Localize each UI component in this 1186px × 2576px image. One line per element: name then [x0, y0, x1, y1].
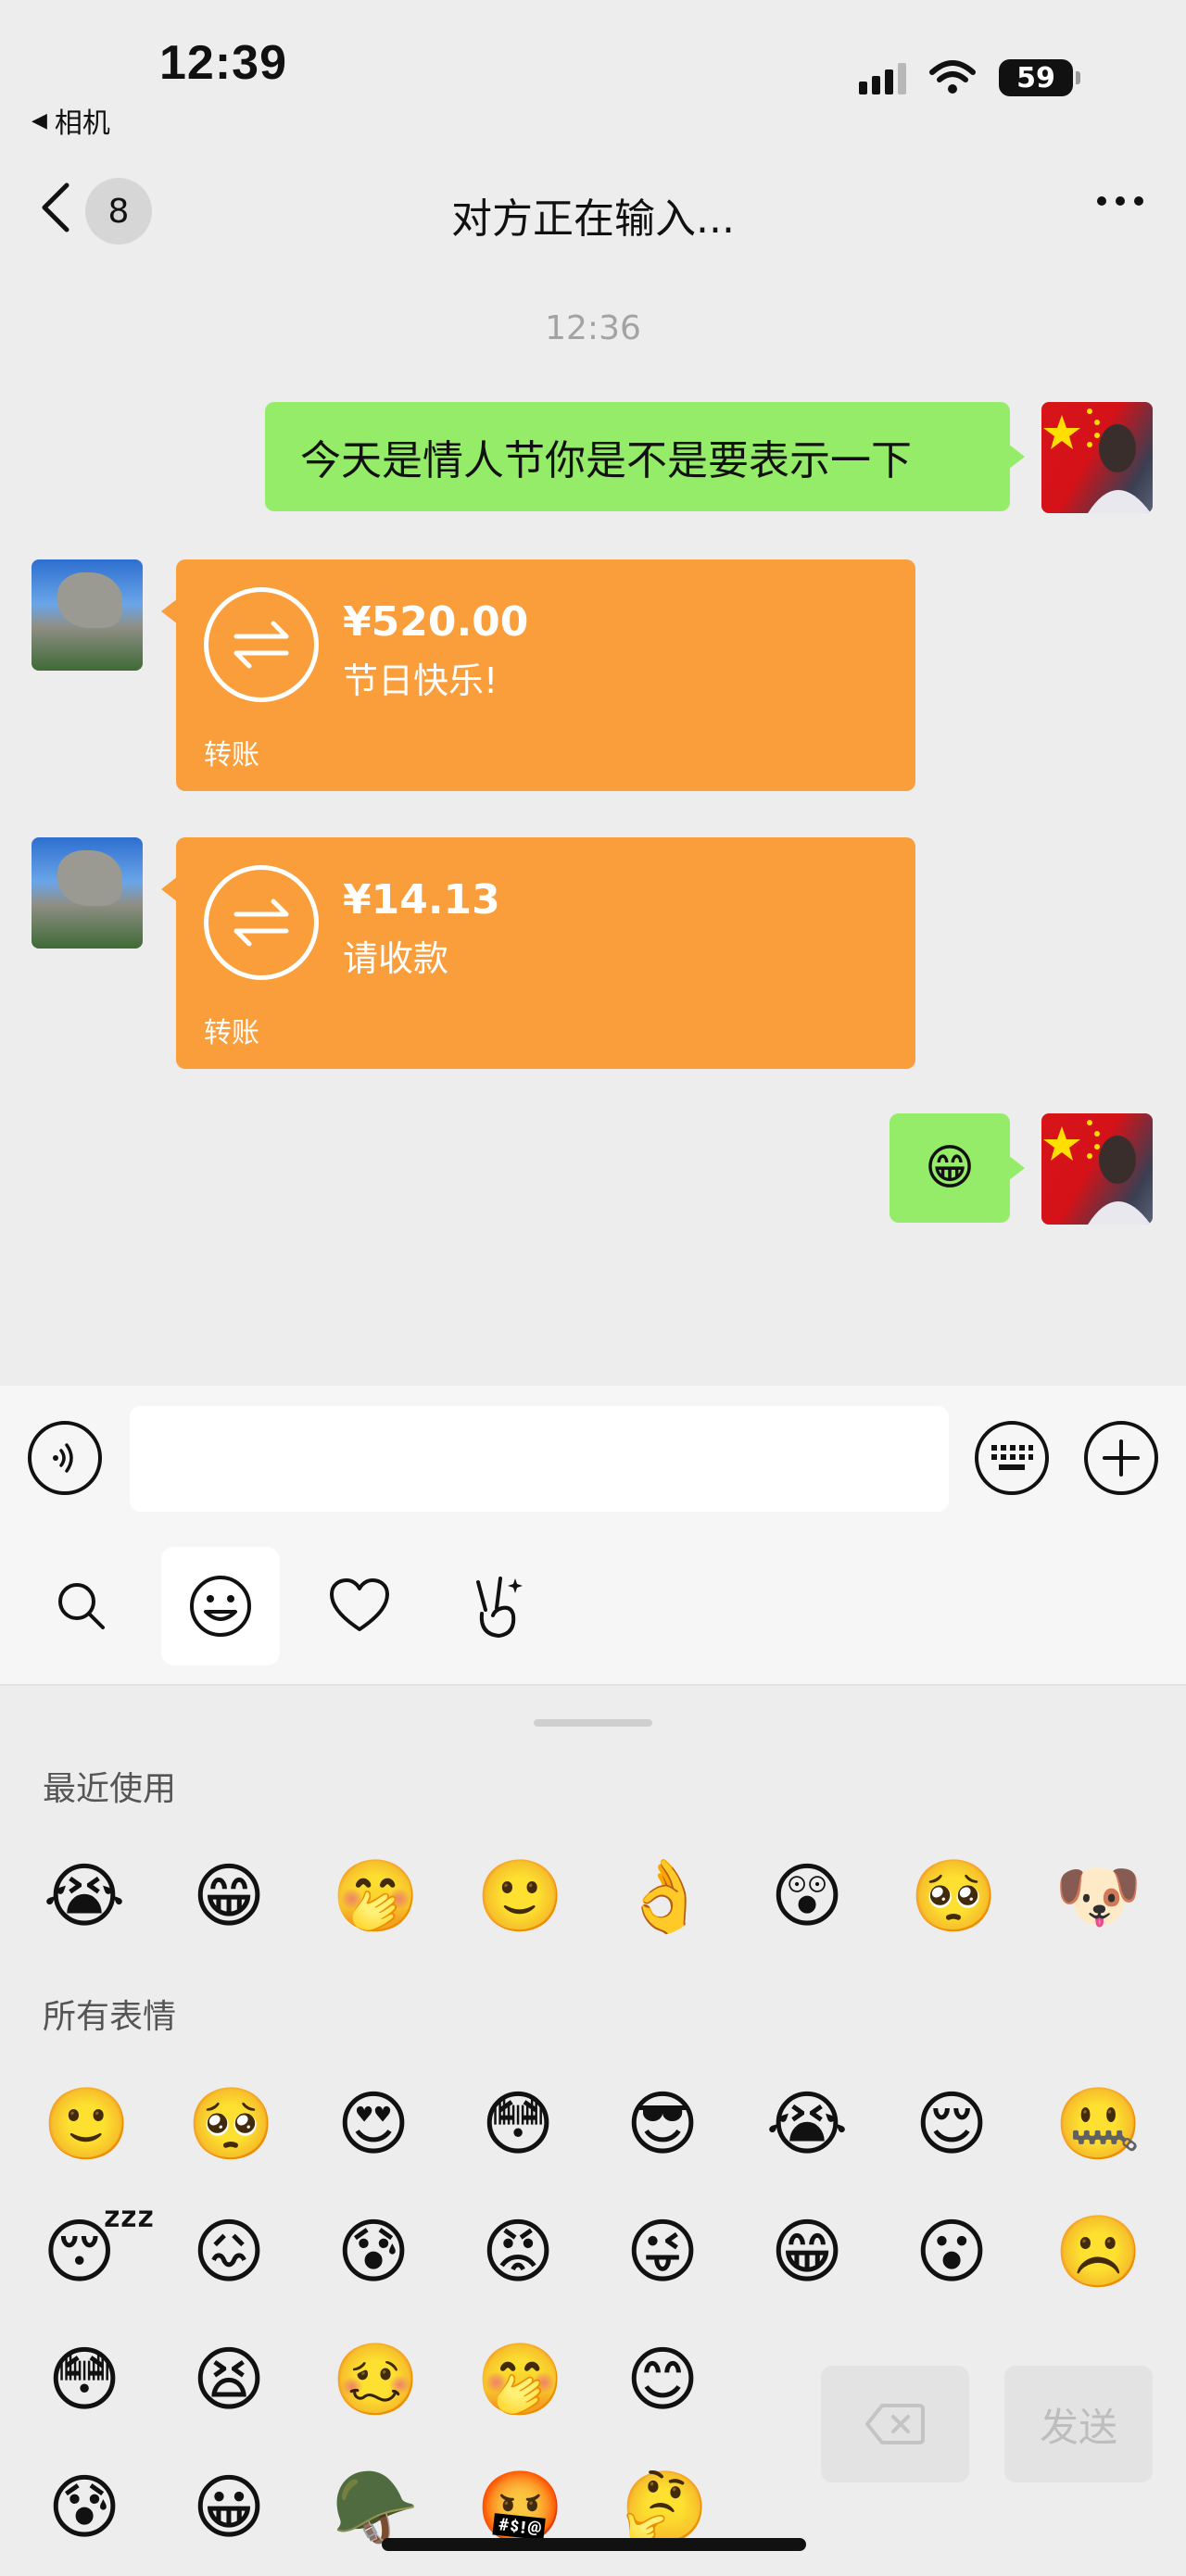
emoji-item[interactable]: 🤔 [621, 2466, 709, 2549]
emoji-item[interactable]: 🐶 [1054, 1854, 1142, 1938]
emoji-item[interactable]: 😭 [765, 2082, 849, 2166]
add-button[interactable] [1084, 1421, 1158, 1495]
emoji-panel: 最近使用 😭 😁 🤭 🙂 👌 😲 🥺 🐶 所有表情 🙂 🥺 😍 😳 😎 😭 😌 🤐 😴 😖 😰 😡 😜 😁 😮 ☹️ 😳 😫 🥴 🤭… [0, 1686, 1186, 2576]
voice-button[interactable] [28, 1421, 102, 1495]
message-text: 今天是情人节你是不是要表示一下 [300, 437, 912, 484]
backspace-icon [865, 2404, 925, 2444]
more-options-icon[interactable] [1097, 196, 1143, 206]
delete-button[interactable] [821, 2366, 969, 2482]
transfer-label: 转账 [204, 739, 259, 772]
keyboard-icon [991, 1445, 1033, 1470]
emoji-item[interactable]: 😖 [187, 2210, 271, 2293]
emoji-item[interactable]: 🤭 [332, 1854, 420, 1938]
transfer-card[interactable]: ¥14.13 请收款 转账 [161, 837, 915, 1069]
emoji-item[interactable]: ☹️ [1054, 2210, 1142, 2293]
emoji-item[interactable]: 😀 [187, 2466, 271, 2549]
emoji-item[interactable]: 😫 [187, 2338, 271, 2421]
all-section-title: 所有表情 [43, 1998, 177, 2036]
emoji-panel-tabs [0, 1534, 1186, 1686]
wifi-icon [929, 60, 976, 94]
emoji-item[interactable]: 😰 [332, 2210, 415, 2293]
emoji-item[interactable]: 😊 [621, 2338, 704, 2421]
battery-icon: 59 [999, 59, 1080, 96]
emoji-item[interactable]: 😜 [621, 2210, 704, 2293]
contact-avatar[interactable] [32, 559, 143, 671]
emoji-item[interactable]: 🤬 [476, 2466, 564, 2549]
emoji-item[interactable]: 😎 [621, 2082, 704, 2166]
victory-hand-icon [476, 1577, 523, 1638]
emoji-item[interactable]: 😮 [910, 2210, 993, 2293]
emoji-item[interactable]: 😡 [476, 2210, 560, 2293]
emoji-item[interactable]: 🥺 [910, 1854, 998, 1938]
emoji-item[interactable]: 😴 [43, 2210, 156, 2293]
transfer-icon [204, 865, 319, 980]
emoji-item[interactable]: 😁 [187, 1854, 271, 1938]
emoji-item[interactable]: 👌 [621, 1854, 709, 1938]
tab-favorites[interactable] [300, 1547, 419, 1665]
tab-stickers[interactable] [439, 1547, 558, 1665]
emoji-item[interactable]: 🥴 [332, 2338, 420, 2421]
my-avatar[interactable] [1041, 402, 1153, 513]
input-bar [0, 1386, 1186, 1534]
tab-emoji[interactable] [161, 1547, 280, 1665]
emoji-item[interactable]: 😭 [43, 1854, 126, 1938]
message-input[interactable] [130, 1406, 949, 1512]
message-emoji: 😁 [924, 1140, 976, 1196]
status-time: 12:39 [159, 36, 287, 90]
transfer-label: 转账 [204, 1017, 259, 1049]
send-button[interactable]: 发送 [1004, 2366, 1153, 2482]
contact-avatar[interactable] [32, 837, 143, 949]
tab-search[interactable] [22, 1547, 141, 1665]
transfer-amount: ¥14.13 [343, 876, 500, 924]
back-to-app[interactable]: ◀ 相机 [32, 100, 110, 141]
heart-icon [330, 1578, 389, 1631]
my-avatar[interactable] [1041, 1113, 1153, 1225]
search-icon [58, 1583, 105, 1629]
transfer-card[interactable]: ¥520.00 节日快乐! 转账 [161, 559, 915, 791]
flag-icon [1043, 1120, 1151, 1225]
emoji-item[interactable]: 🙂 [476, 1854, 564, 1938]
emoji-item[interactable]: 😍 [332, 2082, 415, 2166]
battery-level: 59 [1016, 61, 1055, 94]
chat-title: 对方正在输入... [451, 195, 735, 243]
voice-icon [53, 1443, 73, 1473]
emoji-item[interactable]: 🥺 [187, 2082, 275, 2166]
emoji-item[interactable]: 😲 [765, 1854, 849, 1938]
emoji-item[interactable]: 😰 [43, 2466, 126, 2549]
emoji-item[interactable]: 😳 [476, 2082, 560, 2166]
back-triangle-icon: ◀ [32, 108, 47, 132]
message-bubble-emoji[interactable]: 😁 [890, 1113, 1010, 1223]
emoji-item[interactable]: 🤐 [1054, 2082, 1142, 2166]
home-indicator[interactable] [382, 2538, 806, 2551]
smiley-icon [190, 1576, 251, 1637]
back-app-label: 相机 [54, 107, 110, 140]
message-bubble-text[interactable]: 今天是情人节你是不是要表示一下 [265, 402, 1010, 511]
transfer-icon [204, 587, 319, 702]
emoji-item[interactable]: 🤭 [476, 2338, 564, 2421]
panel-handle[interactable] [534, 1719, 652, 1727]
flag-icon [1043, 408, 1151, 513]
plus-icon [1103, 1439, 1140, 1476]
transfer-amount: ¥520.00 [343, 598, 529, 646]
message-timestamp: 12:36 [545, 309, 641, 347]
signal-icon [859, 61, 906, 94]
emoji-item[interactable]: 😳 [43, 2338, 126, 2421]
status-indicators: 59 [859, 59, 1080, 96]
transfer-note: 请收款 [343, 938, 449, 979]
recent-section-title: 最近使用 [43, 1770, 177, 1808]
keyboard-button[interactable] [975, 1421, 1049, 1495]
emoji-item[interactable]: 🪖 [332, 2466, 420, 2549]
emoji-item[interactable]: 🙂 [43, 2082, 131, 2166]
emoji-item[interactable]: 😁 [765, 2210, 849, 2293]
transfer-note: 节日快乐! [343, 660, 498, 701]
emoji-item[interactable]: 😌 [910, 2082, 993, 2166]
